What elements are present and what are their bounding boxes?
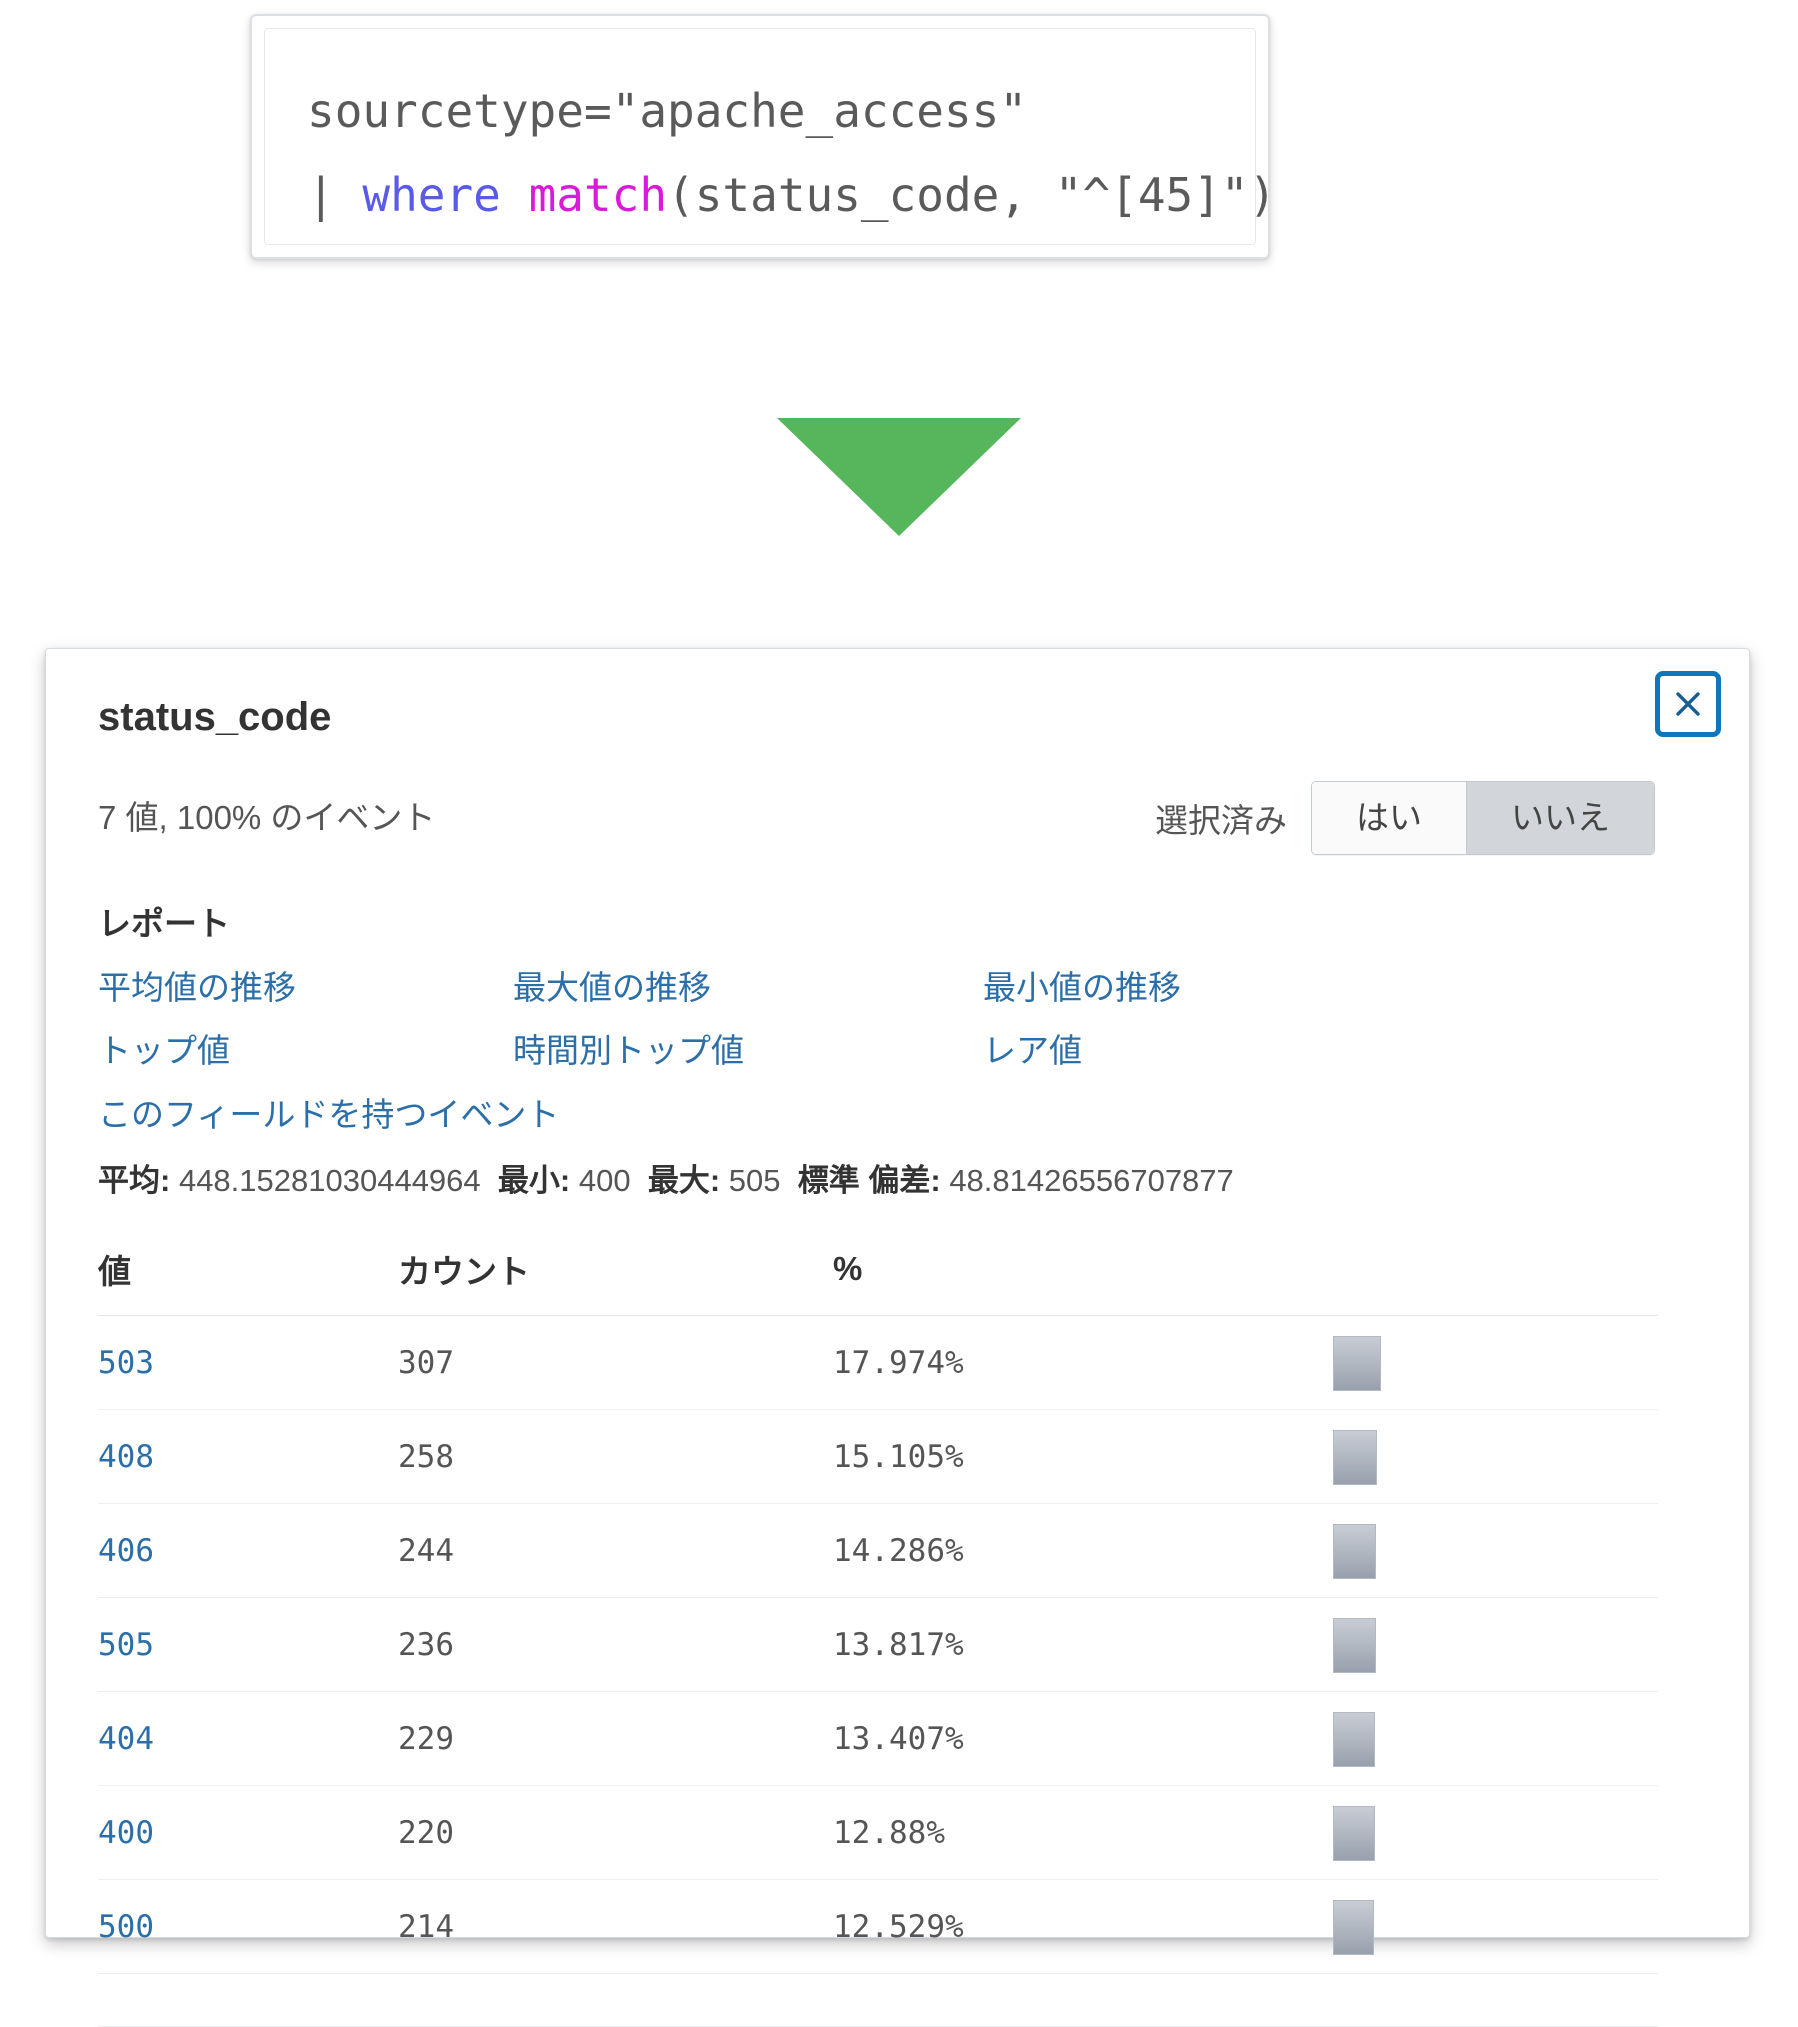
where-keyword: where	[362, 168, 529, 222]
match-args: (status_code, "^[45]")	[667, 168, 1277, 222]
percent-bar	[1333, 1899, 1375, 1955]
close-icon	[1676, 692, 1700, 716]
report-link-max-over-time[interactable]: 最大値の推移	[513, 965, 983, 1011]
match-function: match	[528, 168, 668, 222]
table-row: 408 258 15.105%	[98, 1409, 1658, 1504]
report-link-top-values-by-time[interactable]: 時間別トップ値	[513, 1028, 983, 1074]
cell-value[interactable]: 400	[98, 1785, 398, 1880]
cell-percent: 13.817%	[833, 1597, 1333, 1692]
selected-no-button[interactable]: いいえ	[1466, 782, 1654, 854]
report-link-avg-over-time[interactable]: 平均値の推移	[98, 965, 513, 1011]
table-header-row: 値 カウント %	[98, 1244, 1658, 1316]
flow-arrow	[0, 418, 1798, 543]
table-row: 406 244 14.286%	[98, 1503, 1658, 1598]
report-link-rare-values[interactable]: レア値	[983, 1028, 1697, 1074]
cell-percent: 12.529%	[833, 1879, 1333, 1974]
column-header-value: 値	[98, 1244, 398, 1316]
close-button[interactable]	[1655, 671, 1721, 737]
stddev-value: 48.81426556707877	[949, 1162, 1234, 1198]
cell-bar	[1333, 1315, 1658, 1410]
cell-bar	[1333, 1503, 1658, 1598]
cell-value[interactable]: 505	[98, 1597, 398, 1692]
pipe-token: |	[307, 168, 363, 222]
value-count-summary: 7 値, 100% のイベント	[98, 799, 436, 837]
query-line-2: | where match(status_code, "^[45]")	[307, 153, 1276, 237]
field-statistics: 平均: 448.15281030444964 最小: 400 最大: 505 標…	[98, 1162, 1697, 1199]
max-label: 最大:	[647, 1162, 721, 1198]
cell-bar	[1333, 1597, 1658, 1692]
table-row: 500 214 12.529%	[98, 1879, 1658, 1974]
min-label: 最小:	[497, 1162, 571, 1198]
percent-bar	[1333, 1335, 1381, 1391]
cell-bar	[1333, 1409, 1658, 1504]
field-summary-panel: status_code 7 値, 100% のイベント 選択済み はい いいえ …	[45, 648, 1750, 2027]
cell-count: 258	[398, 1409, 833, 1504]
percent-bar	[1333, 1429, 1378, 1485]
column-header-count: カウント	[398, 1244, 833, 1316]
yes-no-toggle[interactable]: はい いいえ	[1311, 781, 1655, 855]
report-links-grid: 平均値の推移 最大値の推移 最小値の推移 トップ値 時間別トップ値 レア値	[98, 965, 1697, 1074]
cell-percent: 15.105%	[833, 1409, 1333, 1504]
cell-count: 236	[398, 1597, 833, 1692]
report-link-min-over-time[interactable]: 最小値の推移	[983, 965, 1697, 1011]
cell-percent: 13.407%	[833, 1691, 1333, 1786]
percent-bar	[1333, 1805, 1375, 1861]
percent-bar	[1333, 1523, 1377, 1579]
cell-percent: 17.974%	[833, 1315, 1333, 1410]
selected-yes-button[interactable]: はい	[1312, 782, 1466, 854]
percent-bar	[1333, 1617, 1376, 1673]
report-link-top-values[interactable]: トップ値	[98, 1028, 513, 1074]
mean-value: 448.15281030444964	[178, 1162, 481, 1198]
values-table: 値 カウント % 503 307 17.974% 408 258 15.105% 406 24…	[98, 1244, 1658, 1974]
cell-count: 307	[398, 1315, 833, 1410]
percent-bar	[1333, 1711, 1376, 1767]
cell-count: 229	[398, 1691, 833, 1786]
cell-count: 220	[398, 1785, 833, 1880]
cell-bar	[1333, 1785, 1658, 1880]
events-with-field-link[interactable]: このフィールドを持つイベント	[98, 1092, 1697, 1138]
max-value: 505	[728, 1162, 781, 1198]
query-line-1: sourcetype="apache_access"	[307, 84, 1028, 138]
cell-value[interactable]: 408	[98, 1409, 398, 1504]
column-header-bar	[1333, 1244, 1658, 1316]
cell-bar	[1333, 1879, 1658, 1974]
cell-count: 244	[398, 1503, 833, 1598]
page-title: status_code	[98, 695, 332, 739]
table-row: 503 307 17.974%	[98, 1315, 1658, 1410]
reports-heading: レポート	[98, 904, 230, 942]
selected-toggle-group: 選択済み はい いいえ	[1155, 781, 1655, 855]
query-card: sourcetype="apache_access" | where match…	[250, 14, 1276, 259]
table-row: 400 220 12.88%	[98, 1785, 1658, 1880]
cell-value[interactable]: 406	[98, 1503, 398, 1598]
panel-meta-row: 7 値, 100% のイベント 選択済み はい いいえ	[98, 781, 1697, 855]
table-row: 404 229 13.407%	[98, 1691, 1658, 1786]
down-arrow-icon	[777, 418, 1021, 536]
query-editor[interactable]: sourcetype="apache_access" | where match…	[264, 28, 1276, 245]
cell-value[interactable]: 503	[98, 1315, 398, 1410]
values-table-body: 503 307 17.974% 408 258 15.105% 406 244 14.286% 5…	[98, 1315, 1658, 1974]
selected-label: 選択済み	[1155, 801, 1287, 839]
cell-percent: 14.286%	[833, 1503, 1333, 1598]
cell-value[interactable]: 404	[98, 1691, 398, 1786]
stddev-label: 標準 偏差:	[797, 1162, 941, 1198]
cell-percent: 12.88%	[833, 1785, 1333, 1880]
column-header-percent: %	[833, 1244, 1333, 1316]
mean-label: 平均:	[98, 1162, 171, 1198]
cell-bar	[1333, 1691, 1658, 1786]
table-row: 505 236 13.817%	[98, 1597, 1658, 1692]
cell-value[interactable]: 500	[98, 1879, 398, 1974]
cell-count: 214	[398, 1879, 833, 1974]
min-value: 400	[578, 1162, 631, 1198]
